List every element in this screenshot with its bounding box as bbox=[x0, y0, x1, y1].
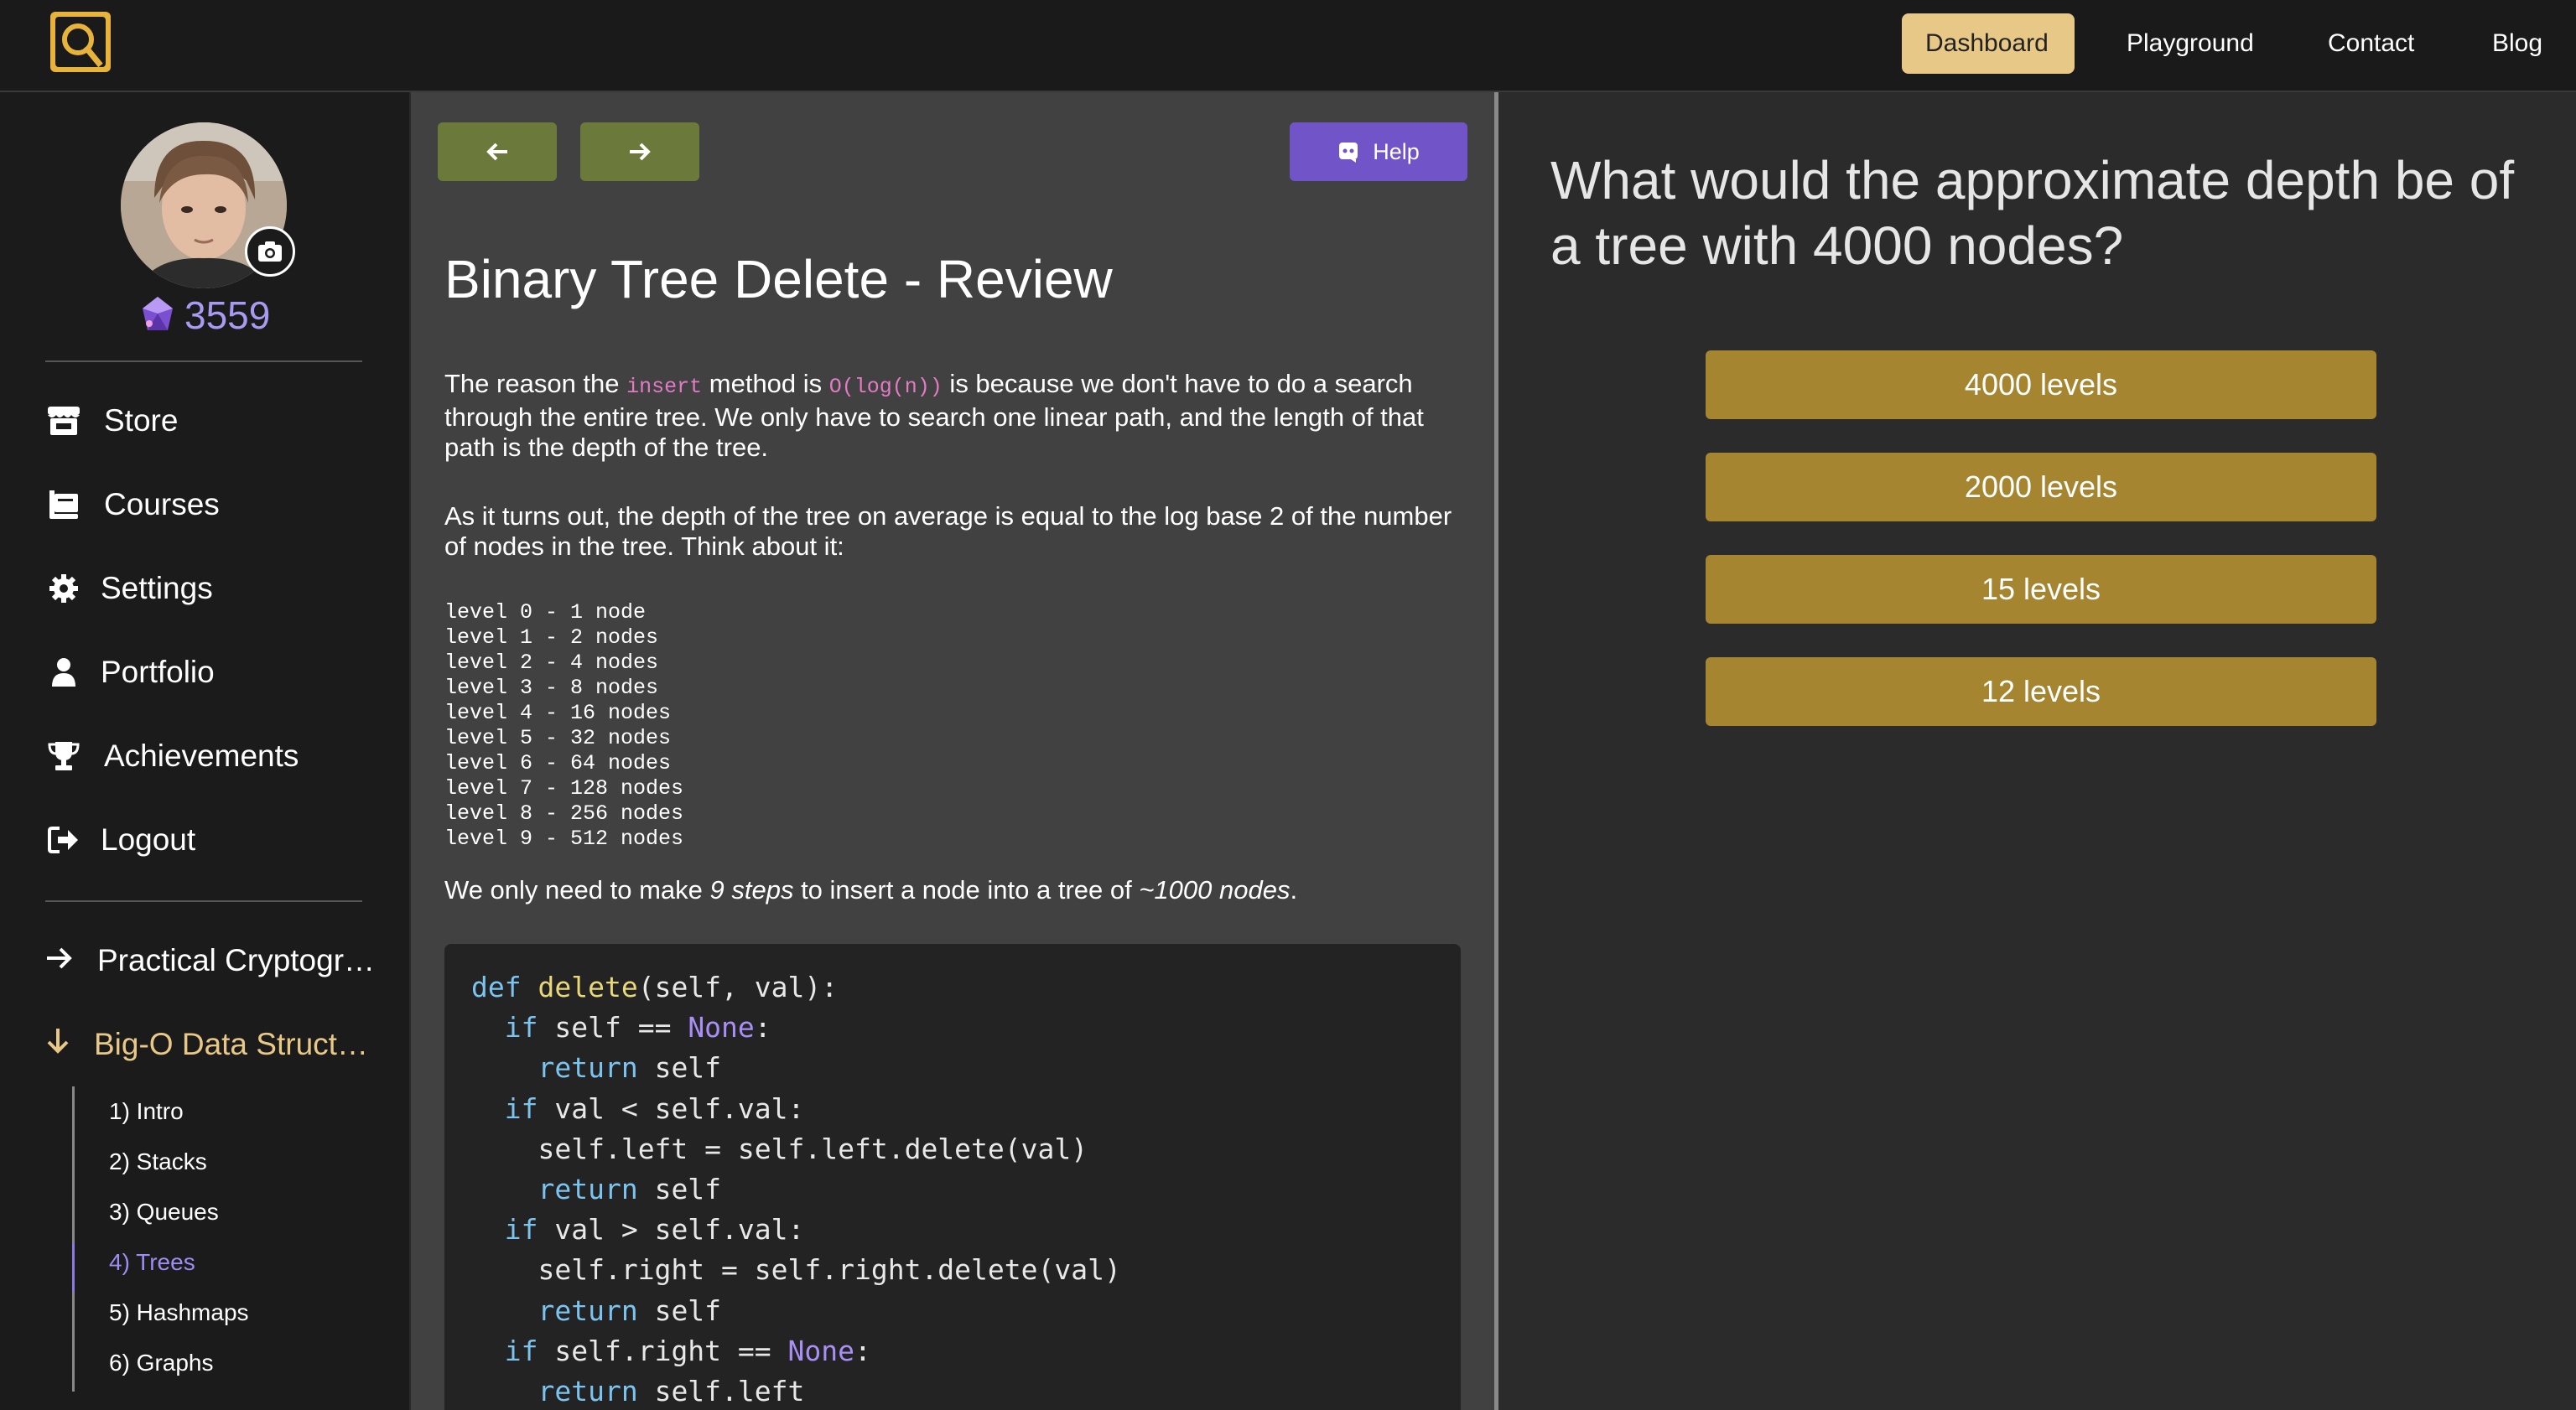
levels-line: level 2 - 4 nodes bbox=[444, 651, 659, 675]
sidebar-item-courses[interactable]: Courses bbox=[45, 480, 220, 530]
levels-line: level 0 - 1 node bbox=[444, 600, 647, 625]
inline-code: O(log(n)) bbox=[828, 375, 943, 399]
sidebar-item-logout[interactable]: Logout bbox=[45, 815, 195, 865]
quiz-question: What would the approximate depth be of a… bbox=[1550, 150, 2515, 276]
lesson-paragraph-3: We only need to make 9 steps to insert a… bbox=[444, 875, 1463, 905]
gem-count: 3559 bbox=[184, 293, 271, 337]
sidebar-item-label: Logout bbox=[101, 822, 196, 857]
levels-line: level 1 - 2 nodes bbox=[444, 625, 659, 650]
discord-icon bbox=[1339, 143, 1358, 163]
quiz-pane: What would the approximate depth be of a… bbox=[1498, 92, 2576, 1410]
levels-line: level 9 - 512 nodes bbox=[444, 827, 684, 851]
text: method is bbox=[702, 369, 829, 398]
gem-icon bbox=[143, 297, 173, 330]
levels-line: level 6 - 64 nodes bbox=[444, 751, 672, 775]
nav-blog[interactable]: Blog bbox=[2469, 13, 2566, 74]
gear-icon bbox=[45, 570, 82, 607]
chapter-tree-line bbox=[72, 1086, 75, 1392]
top-nav: Dashboard Playground Contact Blog bbox=[0, 0, 2576, 92]
gem-balance: 3559 bbox=[139, 290, 270, 340]
logo-icon[interactable] bbox=[47, 8, 114, 75]
arrow-right-icon bbox=[630, 143, 651, 161]
answer-option-1[interactable]: 4000 levels bbox=[1706, 350, 2376, 419]
sidebar-divider bbox=[45, 360, 362, 362]
nav-playground[interactable]: Playground bbox=[2103, 13, 2277, 74]
chapter-graphs[interactable]: 6) Graphs bbox=[109, 1338, 214, 1388]
levels-list: level 0 - 1 node level 1 - 2 nodes level… bbox=[444, 600, 683, 852]
chapter-trees[interactable]: 4) Trees bbox=[109, 1237, 195, 1288]
course-practical-cryptography[interactable]: Practical Cryptography bbox=[45, 936, 378, 986]
answer-option-3[interactable]: 15 levels bbox=[1706, 555, 2376, 624]
sidebar-item-achievements[interactable]: Achievements bbox=[45, 731, 299, 781]
trophy-icon bbox=[45, 738, 82, 775]
sidebar-item-label: Store bbox=[104, 403, 179, 438]
sidebar-item-label: Achievements bbox=[104, 739, 299, 773]
levels-line: level 4 - 16 nodes bbox=[444, 701, 672, 725]
chapter-stacks[interactable]: 2) Stacks bbox=[109, 1137, 207, 1187]
levels-line: level 8 - 256 nodes bbox=[444, 801, 684, 826]
nav-contact[interactable]: Contact bbox=[2304, 13, 2438, 74]
help-button[interactable]: Help bbox=[1290, 122, 1467, 181]
text: We only need to make bbox=[444, 875, 710, 905]
chapter-queues[interactable]: 3) Queues bbox=[109, 1187, 219, 1237]
sidebar-item-store[interactable]: Store bbox=[45, 396, 178, 446]
previous-button[interactable] bbox=[438, 122, 557, 181]
nav-dashboard[interactable]: Dashboard bbox=[1902, 13, 2075, 74]
answer-option-2[interactable]: 2000 levels bbox=[1706, 453, 2376, 521]
sidebar-item-portfolio[interactable]: Portfolio bbox=[45, 647, 215, 697]
lesson-title: Binary Tree Delete - Review bbox=[444, 249, 1113, 309]
help-label: Help bbox=[1373, 138, 1420, 164]
lesson-paragraph-2: As it turns out, the depth of the tree o… bbox=[444, 501, 1452, 561]
courses-icon bbox=[45, 486, 82, 523]
person-icon bbox=[45, 654, 82, 691]
lesson-paragraph-1: The reason the insert method is O(log(n)… bbox=[444, 369, 1463, 463]
arrow-right-icon bbox=[45, 943, 74, 978]
course-label: Practical Cryptography bbox=[97, 943, 378, 977]
store-icon bbox=[45, 402, 82, 439]
course-big-o-data-structures[interactable]: Big-O Data Structures bbox=[45, 1019, 375, 1070]
code-content: def delete(self, val): if self == None: … bbox=[471, 971, 1121, 1408]
lesson-pane[interactable]: Help Binary Tree Delete - Review The rea… bbox=[411, 92, 1494, 1410]
next-button[interactable] bbox=[580, 122, 699, 181]
emphasis: ~1000 nodes bbox=[1139, 875, 1291, 905]
levels-line: level 5 - 32 nodes bbox=[444, 726, 672, 750]
change-photo-button[interactable] bbox=[245, 226, 295, 277]
sidebar-item-label: Portfolio bbox=[101, 655, 215, 689]
answer-option-4[interactable]: 12 levels bbox=[1706, 657, 2376, 726]
text: The reason the bbox=[444, 369, 627, 398]
emphasis: 9 steps bbox=[709, 875, 794, 905]
chapter-intro[interactable]: 1) Intro bbox=[109, 1086, 184, 1137]
sidebar-item-label: Courses bbox=[104, 487, 220, 521]
sidebar-item-label: Settings bbox=[101, 571, 213, 605]
logout-icon bbox=[45, 822, 82, 858]
levels-line: level 7 - 128 nodes bbox=[444, 776, 684, 801]
sidebar-divider bbox=[45, 900, 362, 902]
inline-code: insert bbox=[626, 375, 703, 399]
arrow-left-icon bbox=[486, 143, 507, 161]
text: . bbox=[1290, 875, 1298, 905]
sidebar: 3559 Store Courses Settings Portfolio Ac… bbox=[0, 92, 409, 1410]
course-label: Big-O Data Structures bbox=[94, 1027, 375, 1061]
chapter-active-marker bbox=[72, 1242, 75, 1293]
arrow-down-icon bbox=[45, 1027, 70, 1063]
text: to insert a node into a tree of bbox=[793, 875, 1140, 905]
sidebar-item-settings[interactable]: Settings bbox=[45, 563, 213, 614]
code-block[interactable]: def delete(self, val): if self == None: … bbox=[444, 944, 1461, 1410]
levels-line: level 3 - 8 nodes bbox=[444, 676, 659, 700]
chapter-hashmaps[interactable]: 5) Hashmaps bbox=[109, 1288, 249, 1338]
camera-icon bbox=[258, 241, 282, 262]
